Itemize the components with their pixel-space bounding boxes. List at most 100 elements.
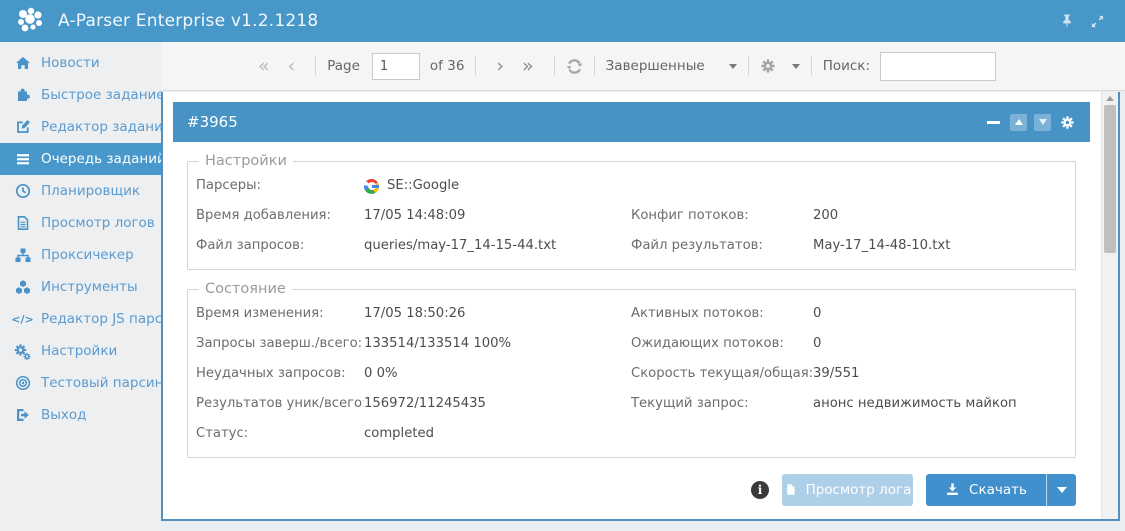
sidebar-item-js-parser-editor[interactable]: </> Редактор JS парс... bbox=[0, 303, 161, 335]
sidebar-item-label: Очередь заданий bbox=[41, 151, 166, 167]
page-next-button[interactable]: › bbox=[487, 57, 513, 76]
job-id-title: #3965 bbox=[187, 113, 238, 131]
field-value bbox=[813, 419, 1067, 449]
field-label: Файл запросов: bbox=[196, 231, 364, 261]
target-icon bbox=[13, 375, 32, 391]
job-panel-header: #3965 bbox=[173, 102, 1090, 142]
field-value: completed bbox=[364, 419, 631, 449]
clock-icon bbox=[13, 183, 32, 199]
field-label: Статус: bbox=[196, 419, 364, 449]
sidebar-item-quick-task[interactable]: Быстрое задание bbox=[0, 79, 161, 111]
move-down-button[interactable] bbox=[1034, 114, 1051, 131]
view-log-button[interactable]: Просмотр лога bbox=[782, 474, 913, 506]
field-label: Парсеры: bbox=[196, 171, 364, 201]
sidebar-item-label: Инструменты bbox=[41, 279, 138, 295]
job-panel-body: Настройки Парсеры: SE::Google Время доба… bbox=[173, 142, 1090, 513]
sidebar-item-task-editor[interactable]: Редактор заданий bbox=[0, 111, 161, 143]
job-settings-button[interactable] bbox=[1060, 115, 1075, 130]
field-value: 133514/133514 100% bbox=[364, 329, 631, 359]
page-label: Page bbox=[327, 58, 360, 74]
chevron-down-icon bbox=[1057, 487, 1067, 493]
toolbar-separator bbox=[594, 56, 595, 76]
chevron-down-icon bbox=[792, 64, 800, 69]
signout-icon bbox=[13, 407, 32, 423]
sidebar-item-label: Редактор заданий bbox=[41, 119, 172, 135]
gear-icon bbox=[760, 58, 776, 74]
download-icon bbox=[945, 482, 960, 497]
expand-icon[interactable] bbox=[1090, 14, 1105, 29]
puzzle-icon bbox=[13, 87, 32, 103]
pin-icon[interactable] bbox=[1059, 13, 1074, 29]
list-icon bbox=[13, 151, 32, 167]
page-last-button[interactable]: » bbox=[513, 57, 543, 76]
toolbar-separator bbox=[554, 56, 555, 76]
code-icon: </> bbox=[13, 311, 32, 327]
sidebar-item-label: Новости bbox=[41, 55, 100, 71]
move-up-button[interactable] bbox=[1010, 114, 1027, 131]
info-icon[interactable]: i bbox=[751, 481, 769, 499]
sidebar-item-test-parsing[interactable]: Тестовый парсинг bbox=[0, 367, 161, 399]
field-value: May-17_14-48-10.txt bbox=[813, 231, 1067, 261]
field-value: SE::Google bbox=[387, 171, 459, 201]
scroll-up-icon[interactable] bbox=[1106, 96, 1114, 101]
page-number-input[interactable] bbox=[372, 53, 420, 80]
page-first-button[interactable]: « bbox=[249, 57, 279, 76]
field-label: Текущий запрос: bbox=[631, 389, 813, 419]
sidebar-item-label: Быстрое задание bbox=[41, 87, 165, 103]
field-label: Конфиг потоков: bbox=[631, 201, 813, 231]
file-icon bbox=[784, 482, 797, 497]
queue-toolbar: « ‹ Page of 36 › » Завершенные Поиск: bbox=[161, 42, 1125, 91]
download-menu-button[interactable] bbox=[1046, 474, 1076, 506]
sitemap-icon bbox=[13, 247, 32, 263]
field-label: Скорость текущая/общая: bbox=[631, 359, 813, 389]
sidebar-item-scheduler[interactable]: Планировщик bbox=[0, 175, 161, 207]
search-input[interactable] bbox=[880, 52, 996, 81]
gears-icon bbox=[13, 343, 32, 359]
app-header: A-Parser Enterprise v1.2.1218 bbox=[0, 0, 1125, 42]
sidebar-item-proxy-checker[interactable]: Проксичекер bbox=[0, 239, 161, 271]
sidebar-item-label: Просмотр логов bbox=[41, 215, 155, 231]
sidebar: Новости Быстрое задание Редактор заданий… bbox=[0, 42, 161, 531]
page-prev-button[interactable]: ‹ bbox=[279, 57, 305, 76]
toolbar-separator bbox=[748, 56, 749, 76]
field-value: 17/05 14:48:09 bbox=[364, 201, 631, 231]
toolbar-settings-dropdown[interactable] bbox=[760, 58, 800, 74]
vertical-scrollbar[interactable] bbox=[1101, 92, 1118, 519]
job-panel: #3965 Настройки Парсеры: SE::Google Врем bbox=[173, 102, 1090, 513]
sidebar-item-task-queue[interactable]: Очередь заданий bbox=[0, 143, 161, 175]
field-value: 0 bbox=[813, 329, 1067, 359]
sidebar-item-label: Настройки bbox=[41, 343, 117, 359]
field-value: 39/551 bbox=[813, 359, 1067, 389]
toolbar-separator bbox=[315, 56, 316, 76]
field-value: 17/05 18:50:26 bbox=[364, 299, 631, 329]
field-value: 0 bbox=[813, 299, 1067, 329]
field-value: анонс недвижимость майкоп bbox=[813, 389, 1067, 419]
triangle-up-icon bbox=[1015, 119, 1023, 125]
filter-value: Завершенные bbox=[606, 58, 705, 74]
scrollbar-thumb[interactable] bbox=[1104, 105, 1116, 253]
sidebar-item-news[interactable]: Новости bbox=[0, 47, 161, 79]
sidebar-item-exit[interactable]: Выход bbox=[0, 399, 161, 431]
sidebar-item-label: Тестовый парсинг bbox=[41, 375, 171, 391]
minimize-button[interactable] bbox=[987, 121, 1000, 124]
sidebar-item-label: Планировщик bbox=[41, 183, 140, 199]
field-label: Неудачных запросов: bbox=[196, 359, 364, 389]
field-label: Время изменения: bbox=[196, 299, 364, 329]
sidebar-item-log-viewer[interactable]: Просмотр логов bbox=[0, 207, 161, 239]
search-label: Поиск: bbox=[823, 58, 870, 74]
download-button[interactable]: Скачать bbox=[926, 474, 1046, 506]
triangle-down-icon bbox=[1039, 119, 1047, 125]
state-fieldset: Состояние Время изменения: 17/05 18:50:2… bbox=[187, 281, 1076, 458]
sidebar-item-settings[interactable]: Настройки bbox=[0, 335, 161, 367]
job-panel-footer: i Просмотр лога Скачать bbox=[173, 466, 1090, 513]
refresh-button[interactable] bbox=[566, 58, 583, 75]
google-icon bbox=[364, 179, 379, 194]
download-label: Скачать bbox=[969, 482, 1027, 498]
filter-dropdown[interactable]: Завершенные bbox=[606, 58, 737, 74]
field-value: 200 bbox=[813, 201, 1067, 231]
document-icon bbox=[13, 215, 32, 231]
sidebar-item-tools[interactable]: Инструменты bbox=[0, 271, 161, 303]
page-total-label: of 36 bbox=[430, 58, 464, 74]
settings-legend: Настройки bbox=[199, 153, 293, 169]
app-title: A-Parser Enterprise v1.2.1218 bbox=[58, 11, 318, 31]
